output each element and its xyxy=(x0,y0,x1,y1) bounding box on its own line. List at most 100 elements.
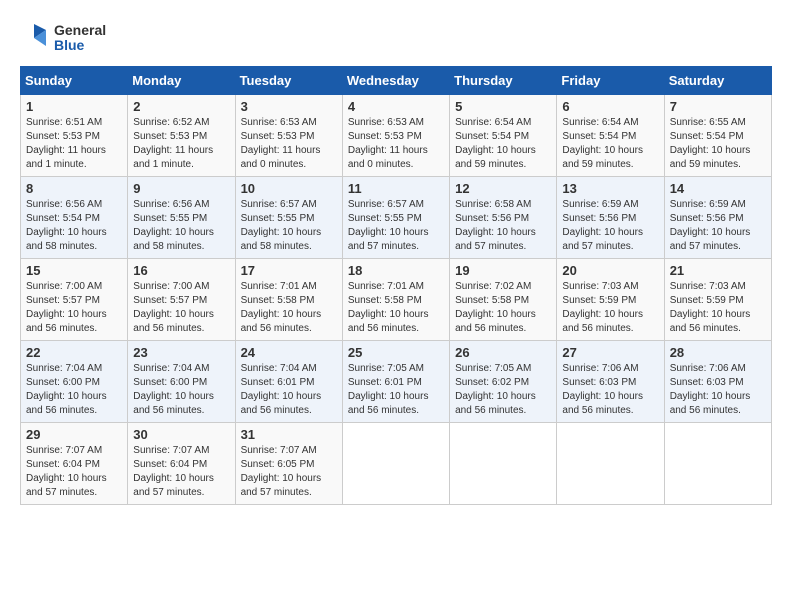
calendar-cell: 9 Sunrise: 6:56 AMSunset: 5:55 PMDayligh… xyxy=(128,177,235,259)
day-number: 26 xyxy=(455,345,551,360)
day-detail: Sunrise: 7:00 AMSunset: 5:57 PMDaylight:… xyxy=(26,281,107,334)
day-number: 1 xyxy=(26,99,122,114)
calendar-cell: 24 Sunrise: 7:04 AMSunset: 6:01 PMDaylig… xyxy=(235,341,342,423)
day-number: 13 xyxy=(562,181,658,196)
day-number: 2 xyxy=(133,99,229,114)
calendar-cell: 29 Sunrise: 7:07 AMSunset: 6:04 PMDaylig… xyxy=(21,423,128,505)
day-number: 8 xyxy=(26,181,122,196)
day-detail: Sunrise: 7:01 AMSunset: 5:58 PMDaylight:… xyxy=(348,281,429,334)
calendar-cell: 15 Sunrise: 7:00 AMSunset: 5:57 PMDaylig… xyxy=(21,259,128,341)
day-number: 15 xyxy=(26,263,122,278)
calendar-cell: 30 Sunrise: 7:07 AMSunset: 6:04 PMDaylig… xyxy=(128,423,235,505)
day-number: 21 xyxy=(670,263,766,278)
day-detail: Sunrise: 7:02 AMSunset: 5:58 PMDaylight:… xyxy=(455,281,536,334)
calendar-cell: 12 Sunrise: 6:58 AMSunset: 5:56 PMDaylig… xyxy=(450,177,557,259)
calendar-cell: 21 Sunrise: 7:03 AMSunset: 5:59 PMDaylig… xyxy=(664,259,771,341)
day-number: 20 xyxy=(562,263,658,278)
day-detail: Sunrise: 7:07 AMSunset: 6:05 PMDaylight:… xyxy=(241,445,322,498)
calendar-cell: 31 Sunrise: 7:07 AMSunset: 6:05 PMDaylig… xyxy=(235,423,342,505)
day-detail: Sunrise: 7:04 AMSunset: 6:00 PMDaylight:… xyxy=(133,363,214,416)
day-detail: Sunrise: 7:06 AMSunset: 6:03 PMDaylight:… xyxy=(562,363,643,416)
calendar-cell: 2 Sunrise: 6:52 AMSunset: 5:53 PMDayligh… xyxy=(128,95,235,177)
calendar-cell: 4 Sunrise: 6:53 AMSunset: 5:53 PMDayligh… xyxy=(342,95,449,177)
day-number: 3 xyxy=(241,99,337,114)
calendar-cell: 17 Sunrise: 7:01 AMSunset: 5:58 PMDaylig… xyxy=(235,259,342,341)
day-number: 18 xyxy=(348,263,444,278)
day-detail: Sunrise: 7:04 AMSunset: 6:00 PMDaylight:… xyxy=(26,363,107,416)
calendar-week-row: 1 Sunrise: 6:51 AMSunset: 5:53 PMDayligh… xyxy=(21,95,772,177)
day-number: 7 xyxy=(670,99,766,114)
header-day-sunday: Sunday xyxy=(21,67,128,95)
day-number: 17 xyxy=(241,263,337,278)
day-detail: Sunrise: 7:03 AMSunset: 5:59 PMDaylight:… xyxy=(562,281,643,334)
page-header: General Blue xyxy=(20,20,772,56)
calendar-cell: 23 Sunrise: 7:04 AMSunset: 6:00 PMDaylig… xyxy=(128,341,235,423)
day-detail: Sunrise: 6:53 AMSunset: 5:53 PMDaylight:… xyxy=(241,117,321,170)
day-number: 9 xyxy=(133,181,229,196)
day-detail: Sunrise: 6:55 AMSunset: 5:54 PMDaylight:… xyxy=(670,117,751,170)
day-number: 30 xyxy=(133,427,229,442)
day-detail: Sunrise: 6:58 AMSunset: 5:56 PMDaylight:… xyxy=(455,199,536,252)
day-detail: Sunrise: 7:01 AMSunset: 5:58 PMDaylight:… xyxy=(241,281,322,334)
day-detail: Sunrise: 6:52 AMSunset: 5:53 PMDaylight:… xyxy=(133,117,213,170)
day-detail: Sunrise: 7:07 AMSunset: 6:04 PMDaylight:… xyxy=(133,445,214,498)
day-detail: Sunrise: 7:07 AMSunset: 6:04 PMDaylight:… xyxy=(26,445,107,498)
logo-text-general: General xyxy=(54,23,106,38)
day-number: 16 xyxy=(133,263,229,278)
day-detail: Sunrise: 6:56 AMSunset: 5:55 PMDaylight:… xyxy=(133,199,214,252)
calendar-cell: 25 Sunrise: 7:05 AMSunset: 6:01 PMDaylig… xyxy=(342,341,449,423)
day-number: 19 xyxy=(455,263,551,278)
day-number: 14 xyxy=(670,181,766,196)
day-detail: Sunrise: 7:05 AMSunset: 6:01 PMDaylight:… xyxy=(348,363,429,416)
header-day-tuesday: Tuesday xyxy=(235,67,342,95)
header-day-thursday: Thursday xyxy=(450,67,557,95)
calendar-cell: 5 Sunrise: 6:54 AMSunset: 5:54 PMDayligh… xyxy=(450,95,557,177)
calendar-cell: 19 Sunrise: 7:02 AMSunset: 5:58 PMDaylig… xyxy=(450,259,557,341)
calendar-cell: 18 Sunrise: 7:01 AMSunset: 5:58 PMDaylig… xyxy=(342,259,449,341)
day-number: 23 xyxy=(133,345,229,360)
day-number: 25 xyxy=(348,345,444,360)
day-detail: Sunrise: 7:03 AMSunset: 5:59 PMDaylight:… xyxy=(670,281,751,334)
day-number: 22 xyxy=(26,345,122,360)
day-number: 4 xyxy=(348,99,444,114)
day-number: 28 xyxy=(670,345,766,360)
day-number: 12 xyxy=(455,181,551,196)
day-detail: Sunrise: 6:57 AMSunset: 5:55 PMDaylight:… xyxy=(348,199,429,252)
calendar-cell: 7 Sunrise: 6:55 AMSunset: 5:54 PMDayligh… xyxy=(664,95,771,177)
day-detail: Sunrise: 7:00 AMSunset: 5:57 PMDaylight:… xyxy=(133,281,214,334)
calendar-cell: 6 Sunrise: 6:54 AMSunset: 5:54 PMDayligh… xyxy=(557,95,664,177)
day-number: 5 xyxy=(455,99,551,114)
logo-text-blue: Blue xyxy=(54,38,106,53)
calendar-cell xyxy=(450,423,557,505)
day-detail: Sunrise: 6:56 AMSunset: 5:54 PMDaylight:… xyxy=(26,199,107,252)
header-day-monday: Monday xyxy=(128,67,235,95)
calendar-cell: 10 Sunrise: 6:57 AMSunset: 5:55 PMDaylig… xyxy=(235,177,342,259)
calendar-cell xyxy=(342,423,449,505)
calendar-cell: 11 Sunrise: 6:57 AMSunset: 5:55 PMDaylig… xyxy=(342,177,449,259)
day-detail: Sunrise: 7:06 AMSunset: 6:03 PMDaylight:… xyxy=(670,363,751,416)
calendar-cell: 13 Sunrise: 6:59 AMSunset: 5:56 PMDaylig… xyxy=(557,177,664,259)
logo: General Blue xyxy=(20,20,106,56)
day-number: 27 xyxy=(562,345,658,360)
day-detail: Sunrise: 6:53 AMSunset: 5:53 PMDaylight:… xyxy=(348,117,428,170)
logo-graphic-icon xyxy=(20,20,52,56)
calendar-week-row: 15 Sunrise: 7:00 AMSunset: 5:57 PMDaylig… xyxy=(21,259,772,341)
calendar-cell: 28 Sunrise: 7:06 AMSunset: 6:03 PMDaylig… xyxy=(664,341,771,423)
day-detail: Sunrise: 6:54 AMSunset: 5:54 PMDaylight:… xyxy=(455,117,536,170)
calendar-header-row: SundayMondayTuesdayWednesdayThursdayFrid… xyxy=(21,67,772,95)
calendar-cell xyxy=(664,423,771,505)
calendar-cell: 8 Sunrise: 6:56 AMSunset: 5:54 PMDayligh… xyxy=(21,177,128,259)
calendar-week-row: 8 Sunrise: 6:56 AMSunset: 5:54 PMDayligh… xyxy=(21,177,772,259)
day-number: 29 xyxy=(26,427,122,442)
logo-container: General Blue xyxy=(20,20,106,56)
day-number: 10 xyxy=(241,181,337,196)
header-day-wednesday: Wednesday xyxy=(342,67,449,95)
calendar-cell: 16 Sunrise: 7:00 AMSunset: 5:57 PMDaylig… xyxy=(128,259,235,341)
day-number: 24 xyxy=(241,345,337,360)
day-number: 6 xyxy=(562,99,658,114)
calendar-cell: 20 Sunrise: 7:03 AMSunset: 5:59 PMDaylig… xyxy=(557,259,664,341)
day-detail: Sunrise: 7:05 AMSunset: 6:02 PMDaylight:… xyxy=(455,363,536,416)
calendar-cell: 26 Sunrise: 7:05 AMSunset: 6:02 PMDaylig… xyxy=(450,341,557,423)
day-detail: Sunrise: 6:51 AMSunset: 5:53 PMDaylight:… xyxy=(26,117,106,170)
day-detail: Sunrise: 6:59 AMSunset: 5:56 PMDaylight:… xyxy=(670,199,751,252)
